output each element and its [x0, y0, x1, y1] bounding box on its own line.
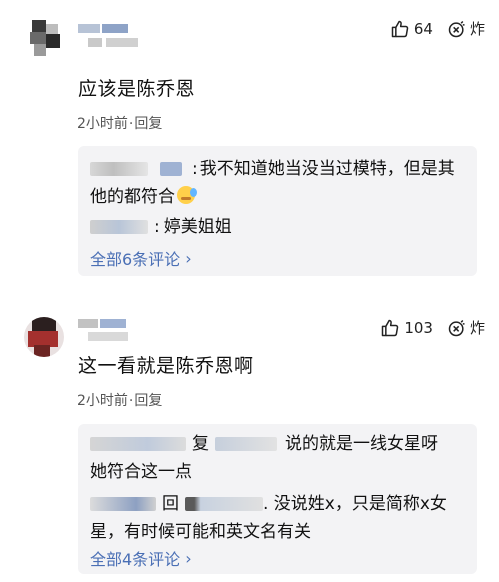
replies-box: 复说的就是一线女星呀 她符合这一点 回. 没说姓x，只是简称x女星，有时候可能和…: [78, 424, 477, 574]
boom-button[interactable]: 炸: [447, 18, 485, 39]
bomb-icon: [447, 19, 467, 39]
comment-actions: 64 炸: [390, 18, 485, 39]
username-blurred[interactable]: [90, 497, 156, 511]
username-blurred[interactable]: [90, 162, 148, 176]
reply-item[interactable]: : 婷美姐姐: [90, 213, 467, 241]
like-button[interactable]: 64: [390, 19, 433, 39]
reply-link[interactable]: 回复: [134, 116, 162, 132]
reply-text: 说的就是一线女星呀: [285, 434, 438, 454]
chevron-right-icon: ›: [185, 248, 192, 268]
comment-item: 103 炸 这一看就是陈乔恩啊 2小时前·回复 复说的就是一线女星呀 她符合这一…: [0, 295, 499, 582]
username-blurred[interactable]: [90, 220, 148, 234]
comment-actions: 103 炸: [380, 317, 485, 338]
comment-text: 应该是陈乔恩: [78, 78, 196, 100]
like-count: 103: [404, 318, 433, 337]
avatar[interactable]: [24, 317, 64, 357]
replies-box: : 我不知道她当没当过模特，但是其他的都符合 : 婷美姐姐 全部6条评论 ›: [78, 146, 477, 276]
reply-item[interactable]: : 我不知道她当没当过模特，但是其他的都符合: [90, 155, 467, 211]
reply-link[interactable]: 回复: [134, 393, 162, 409]
reply-item[interactable]: 回. 没说姓x，只是简称x女星，有时候可能和英文名有关: [90, 490, 467, 546]
like-count: 64: [413, 19, 433, 38]
avatar[interactable]: [26, 18, 66, 58]
comment-time: 2小时前: [77, 393, 128, 409]
username-blurred[interactable]: [90, 437, 186, 451]
thumbs-up-icon: [380, 318, 400, 338]
emoji-icon: [177, 186, 197, 204]
reply-item[interactable]: 复说的就是一线女星呀 她符合这一点: [90, 430, 467, 486]
username-blurred[interactable]: [78, 22, 158, 47]
thumbs-up-icon: [390, 19, 410, 39]
view-all-replies-link[interactable]: 全部6条评论 ›: [90, 246, 192, 270]
bomb-icon: [447, 318, 467, 338]
view-all-replies-link[interactable]: 全部4条评论 ›: [90, 546, 192, 570]
reply-text: 婷美姐姐: [163, 217, 232, 237]
comment-time: 2小时前: [77, 116, 128, 132]
chevron-right-icon: ›: [185, 548, 192, 568]
comment-item: 64 炸 应该是陈乔恩 2小时前·回复 : 我不知道她当没当过模特，但是其他的都符…: [0, 0, 499, 290]
username-blurred[interactable]: [78, 317, 158, 341]
like-button[interactable]: 103: [380, 318, 433, 338]
comment-meta: 2小时前·回复: [77, 393, 163, 409]
boom-button[interactable]: 炸: [447, 317, 485, 338]
reply-text-cont: 她符合这一点: [90, 462, 192, 482]
comment-text: 这一看就是陈乔恩啊: [78, 355, 254, 377]
comment-meta: 2小时前·回复: [77, 116, 163, 132]
